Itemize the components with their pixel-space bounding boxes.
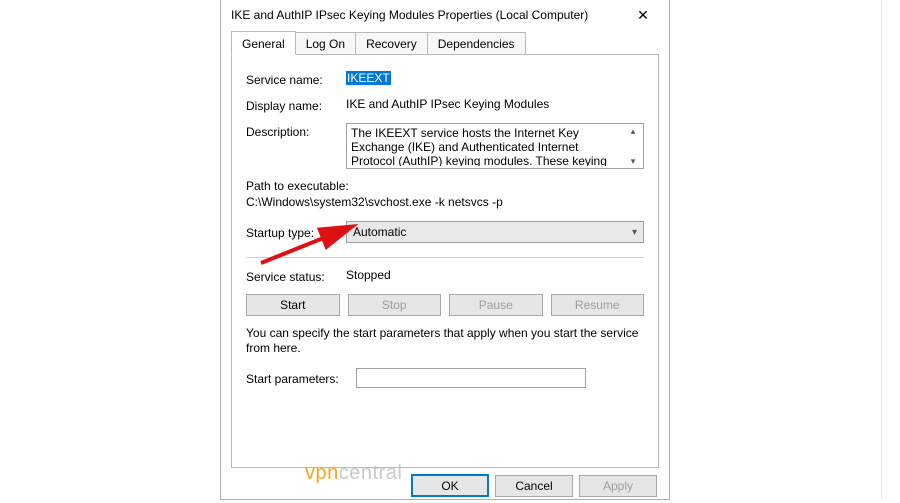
description-scrollbar[interactable]: ▴ ▾ (625, 126, 641, 166)
scroll-down-icon[interactable]: ▾ (631, 157, 636, 165)
tab-recovery[interactable]: Recovery (355, 32, 428, 54)
start-parameters-input[interactable] (356, 368, 586, 388)
apply-button: Apply (579, 475, 657, 497)
dialog-footer-buttons: OK Cancel Apply (221, 474, 669, 503)
scroll-up-icon[interactable]: ▴ (631, 127, 636, 135)
start-parameters-hint: You can specify the start parameters tha… (246, 326, 644, 356)
watermark-logo: vpncentral (305, 462, 402, 485)
service-status-value: Stopped (346, 268, 644, 282)
description-text: The IKEEXT service hosts the Internet Ke… (351, 126, 625, 166)
row-path: Path to executable: C:\Windows\system32\… (246, 179, 644, 209)
row-start-parameters: Start parameters: (246, 368, 644, 388)
service-control-buttons: Start Stop Pause Resume (246, 294, 644, 316)
service-name-label: Service name: (246, 71, 346, 87)
startup-type-label: Startup type: (246, 224, 346, 240)
start-button[interactable]: Start (246, 294, 340, 316)
watermark-part2: central (339, 462, 403, 484)
tab-dependencies[interactable]: Dependencies (427, 32, 526, 54)
service-properties-dialog: IKE and AuthIP IPsec Keying Modules Prop… (220, 0, 670, 500)
tab-general[interactable]: General (231, 31, 296, 55)
service-status-label: Service status: (246, 268, 346, 284)
row-startup-type: Startup type: Automatic ▾ (246, 221, 644, 243)
tab-logon[interactable]: Log On (295, 32, 356, 54)
service-name-value[interactable]: IKEEXT (346, 71, 644, 85)
cancel-button[interactable]: Cancel (495, 475, 573, 497)
row-display-name: Display name: IKE and AuthIP IPsec Keyin… (246, 97, 644, 113)
titlebar: IKE and AuthIP IPsec Keying Modules Prop… (221, 0, 669, 30)
separator (246, 257, 644, 258)
close-button[interactable]: ✕ (623, 2, 663, 28)
display-name-value: IKE and AuthIP IPsec Keying Modules (346, 97, 644, 111)
chevron-down-icon: ▾ (632, 227, 637, 238)
close-icon: ✕ (637, 7, 649, 24)
path-value: C:\Windows\system32\svchost.exe -k netsv… (246, 195, 644, 209)
row-description: Description: The IKEEXT service hosts th… (246, 123, 644, 169)
resume-button: Resume (551, 294, 645, 316)
start-parameters-label: Start parameters: (246, 370, 356, 386)
stop-button: Stop (348, 294, 442, 316)
tabs: General Log On Recovery Dependencies (221, 30, 669, 54)
path-label: Path to executable: (246, 179, 644, 193)
service-name-selected-text: IKEEXT (346, 71, 391, 85)
window-title: IKE and AuthIP IPsec Keying Modules Prop… (231, 8, 623, 22)
row-service-status: Service status: Stopped (246, 268, 644, 284)
ok-button[interactable]: OK (411, 474, 489, 497)
watermark-part1: vpn (305, 462, 339, 484)
startup-type-select[interactable]: Automatic ▾ (346, 221, 644, 243)
startup-type-value: Automatic (353, 225, 406, 239)
description-box[interactable]: The IKEEXT service hosts the Internet Ke… (346, 123, 644, 169)
description-label: Description: (246, 123, 346, 139)
pause-button: Pause (449, 294, 543, 316)
general-panel: Service name: IKEEXT Display name: IKE a… (231, 54, 659, 468)
outer-border (881, 0, 882, 500)
display-name-label: Display name: (246, 97, 346, 113)
row-service-name: Service name: IKEEXT (246, 71, 644, 87)
